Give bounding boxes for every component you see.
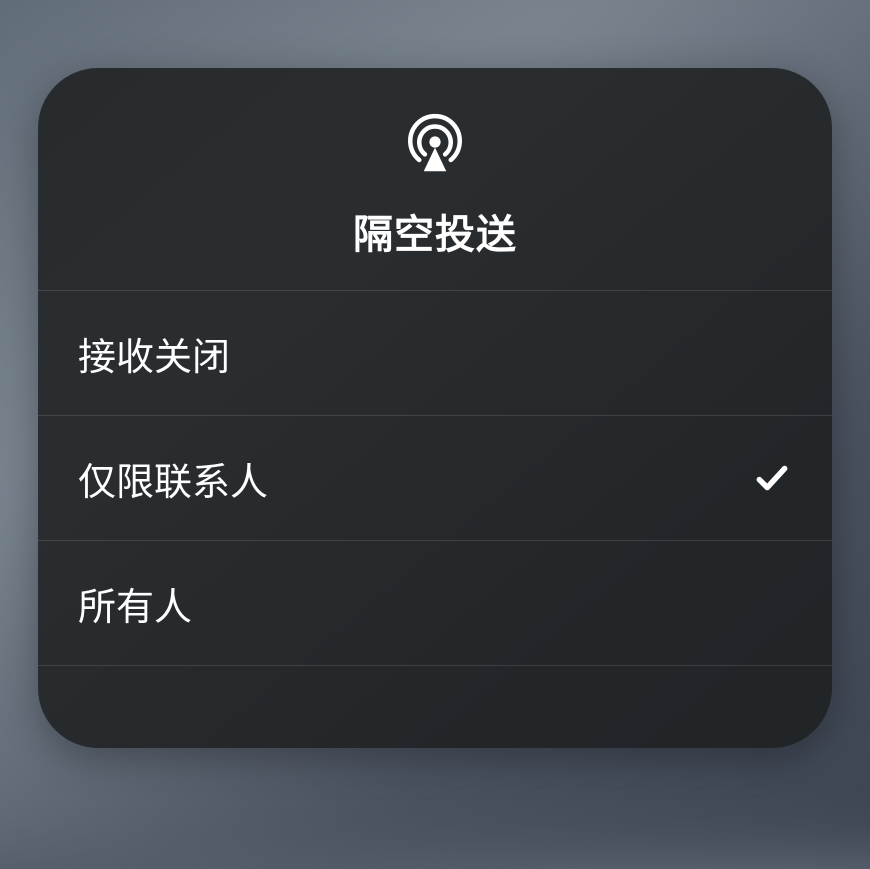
option-everyone[interactable]: 所有人 [38, 541, 832, 666]
option-contacts-only[interactable]: 仅限联系人 [38, 416, 832, 541]
panel-title: 隔空投送 [353, 202, 517, 260]
checkmark-icon [752, 458, 792, 498]
option-label: 仅限联系人 [78, 451, 268, 506]
option-label: 所有人 [78, 576, 192, 631]
panel-header: 隔空投送 [38, 68, 832, 291]
option-label: 接收关闭 [78, 326, 230, 381]
checkmark-icon [752, 333, 792, 373]
option-list: 接收关闭 仅限联系人 所有人 [38, 291, 832, 666]
airdrop-panel: 隔空投送 接收关闭 仅限联系人 所有人 [38, 68, 832, 748]
checkmark-icon [752, 583, 792, 623]
option-receiving-off[interactable]: 接收关闭 [38, 291, 832, 416]
airdrop-icon [399, 106, 471, 178]
